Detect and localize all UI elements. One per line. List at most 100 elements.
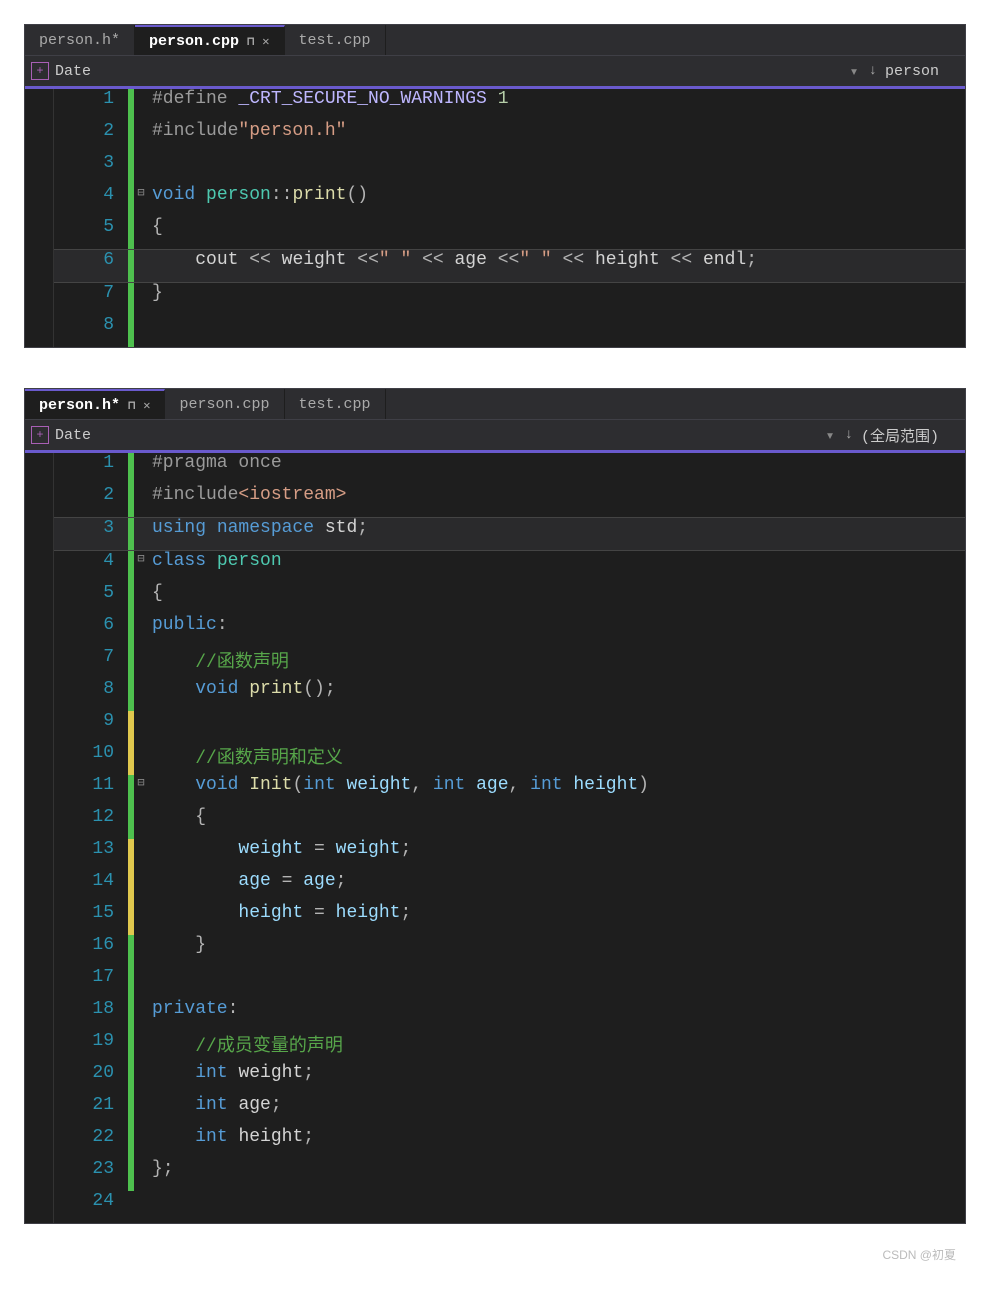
member-selector[interactable]: ↓(全局范围) bbox=[845, 425, 959, 446]
member-selector[interactable]: ↓person bbox=[869, 63, 959, 80]
code-editor[interactable]: 1#define _CRT_SECURE_NO_WARNINGS 12 #incl… bbox=[25, 89, 965, 347]
code-line[interactable]: 16 } bbox=[54, 935, 965, 967]
code-text[interactable]: } bbox=[148, 283, 965, 315]
code-line[interactable]: 5{ bbox=[54, 217, 965, 249]
tab-person-cpp[interactable]: person.cpp bbox=[165, 389, 284, 419]
code-text[interactable]: weight = weight; bbox=[148, 839, 965, 871]
code-text[interactable]: { bbox=[148, 807, 965, 839]
code-text[interactable]: //成员变量的声明 bbox=[148, 1031, 965, 1063]
code-text[interactable]: using namespace std; bbox=[148, 518, 965, 550]
code-line[interactable]: 4⊟class person bbox=[54, 551, 965, 583]
arrow-down-icon: ↓ bbox=[869, 63, 877, 79]
code-line[interactable]: 7 //函数声明 bbox=[54, 647, 965, 679]
close-icon[interactable]: ✕ bbox=[143, 398, 150, 413]
code-lines: 1#pragma once2#include<iostream>3 using n… bbox=[54, 453, 965, 1223]
line-number: 4 bbox=[54, 551, 128, 583]
line-number: 2 bbox=[54, 121, 128, 153]
tab-person-h-[interactable]: person.h*⊓✕ bbox=[25, 389, 165, 419]
tab-person-h-[interactable]: person.h* bbox=[25, 25, 135, 55]
code-line[interactable]: 13 weight = weight; bbox=[54, 839, 965, 871]
close-icon[interactable]: ✕ bbox=[262, 34, 269, 49]
code-line[interactable]: 2#include<iostream> bbox=[54, 485, 965, 517]
scope-selector[interactable]: +Date bbox=[31, 426, 816, 444]
tab-person-cpp[interactable]: person.cpp⊓✕ bbox=[135, 25, 284, 55]
chevron-down-icon[interactable]: ▾ bbox=[840, 62, 869, 81]
code-text[interactable]: public: bbox=[148, 615, 965, 647]
code-text[interactable]: height = height; bbox=[148, 903, 965, 935]
code-line[interactable]: 17 bbox=[54, 967, 965, 999]
code-line[interactable]: 19 //成员变量的声明 bbox=[54, 1031, 965, 1063]
code-line[interactable]: 11⊟ void Init(int weight, int age, int h… bbox=[54, 775, 965, 807]
fold-toggle bbox=[134, 250, 148, 282]
code-line[interactable]: 10 //函数声明和定义 bbox=[54, 743, 965, 775]
line-number: 3 bbox=[54, 518, 128, 550]
code-line[interactable]: 22 int height; bbox=[54, 1127, 965, 1159]
code-text[interactable]: void print(); bbox=[148, 679, 965, 711]
pin-icon[interactable]: ⊓ bbox=[128, 398, 135, 413]
code-text[interactable]: #include"person.h" bbox=[148, 121, 965, 153]
code-line[interactable]: 4⊟void person::print() bbox=[54, 185, 965, 217]
code-text[interactable] bbox=[148, 315, 965, 347]
tab-test-cpp[interactable]: test.cpp bbox=[285, 389, 386, 419]
code-text[interactable]: { bbox=[148, 583, 965, 615]
code-line[interactable]: 12 { bbox=[54, 807, 965, 839]
code-text[interactable]: #include<iostream> bbox=[148, 485, 965, 517]
code-line[interactable]: 14 age = age; bbox=[54, 871, 965, 903]
code-line[interactable]: 6public: bbox=[54, 615, 965, 647]
code-line[interactable]: 18private: bbox=[54, 999, 965, 1031]
code-line[interactable]: 15 height = height; bbox=[54, 903, 965, 935]
code-text[interactable] bbox=[148, 711, 965, 743]
fold-toggle[interactable]: ⊟ bbox=[134, 775, 148, 807]
code-text[interactable] bbox=[148, 1191, 965, 1223]
breakpoint-margin[interactable] bbox=[25, 453, 54, 1223]
code-line[interactable]: 7} bbox=[54, 283, 965, 315]
code-text[interactable]: private: bbox=[148, 999, 965, 1031]
fold-toggle[interactable]: ⊟ bbox=[134, 185, 148, 217]
code-line[interactable]: 2 #include"person.h" bbox=[54, 121, 965, 153]
breakpoint-margin[interactable] bbox=[25, 89, 54, 347]
code-line[interactable]: 3 using namespace std; bbox=[54, 517, 965, 551]
code-line[interactable]: 20 int weight; bbox=[54, 1063, 965, 1095]
code-line[interactable]: 8 bbox=[54, 315, 965, 347]
code-text[interactable]: } bbox=[148, 935, 965, 967]
watermark: CSDN @初夏 bbox=[24, 1246, 962, 1263]
code-text[interactable]: void Init(int weight, int age, int heigh… bbox=[148, 775, 965, 807]
code-text[interactable] bbox=[148, 153, 965, 185]
code-text[interactable]: class person bbox=[148, 551, 965, 583]
code-line[interactable]: 1#pragma once bbox=[54, 453, 965, 485]
code-line[interactable]: 8 void print(); bbox=[54, 679, 965, 711]
scope-selector[interactable]: +Date bbox=[31, 62, 840, 80]
code-text[interactable]: void person::print() bbox=[148, 185, 965, 217]
code-text[interactable]: //函数声明 bbox=[148, 647, 965, 679]
code-line[interactable]: 21 int age; bbox=[54, 1095, 965, 1127]
code-line[interactable]: 3 bbox=[54, 153, 965, 185]
code-text[interactable] bbox=[148, 967, 965, 999]
code-line[interactable]: 6 cout << weight <<" " << age <<" " << h… bbox=[54, 249, 965, 283]
code-text[interactable]: #pragma once bbox=[148, 453, 965, 485]
code-text[interactable]: //函数声明和定义 bbox=[148, 743, 965, 775]
code-editor[interactable]: 1#pragma once2#include<iostream>3 using n… bbox=[25, 453, 965, 1223]
chevron-down-icon[interactable]: ▾ bbox=[816, 426, 845, 445]
code-text[interactable]: int weight; bbox=[148, 1063, 965, 1095]
code-line[interactable]: 9 bbox=[54, 711, 965, 743]
code-line[interactable]: 23}; bbox=[54, 1159, 965, 1191]
fold-toggle[interactable]: ⊟ bbox=[134, 551, 148, 583]
window2: person.h*⊓✕person.cpptest.cpp+Date▾↓(全局范… bbox=[24, 388, 966, 1224]
tab-test-cpp[interactable]: test.cpp bbox=[285, 25, 386, 55]
code-text[interactable]: cout << weight <<" " << age <<" " << hei… bbox=[148, 250, 965, 282]
line-number: 7 bbox=[54, 283, 128, 315]
code-text[interactable]: { bbox=[148, 217, 965, 249]
line-number: 5 bbox=[54, 583, 128, 615]
pin-icon[interactable]: ⊓ bbox=[247, 34, 254, 49]
code-line[interactable]: 1#define _CRT_SECURE_NO_WARNINGS 1 bbox=[54, 89, 965, 121]
fold-toggle bbox=[134, 743, 148, 775]
code-line[interactable]: 5{ bbox=[54, 583, 965, 615]
code-text[interactable]: #define _CRT_SECURE_NO_WARNINGS 1 bbox=[148, 89, 965, 121]
code-line[interactable]: 24 bbox=[54, 1191, 965, 1223]
code-text[interactable]: age = age; bbox=[148, 871, 965, 903]
code-text[interactable]: int height; bbox=[148, 1127, 965, 1159]
fold-toggle bbox=[134, 711, 148, 743]
code-text[interactable]: }; bbox=[148, 1159, 965, 1191]
fold-toggle bbox=[134, 1063, 148, 1095]
code-text[interactable]: int age; bbox=[148, 1095, 965, 1127]
